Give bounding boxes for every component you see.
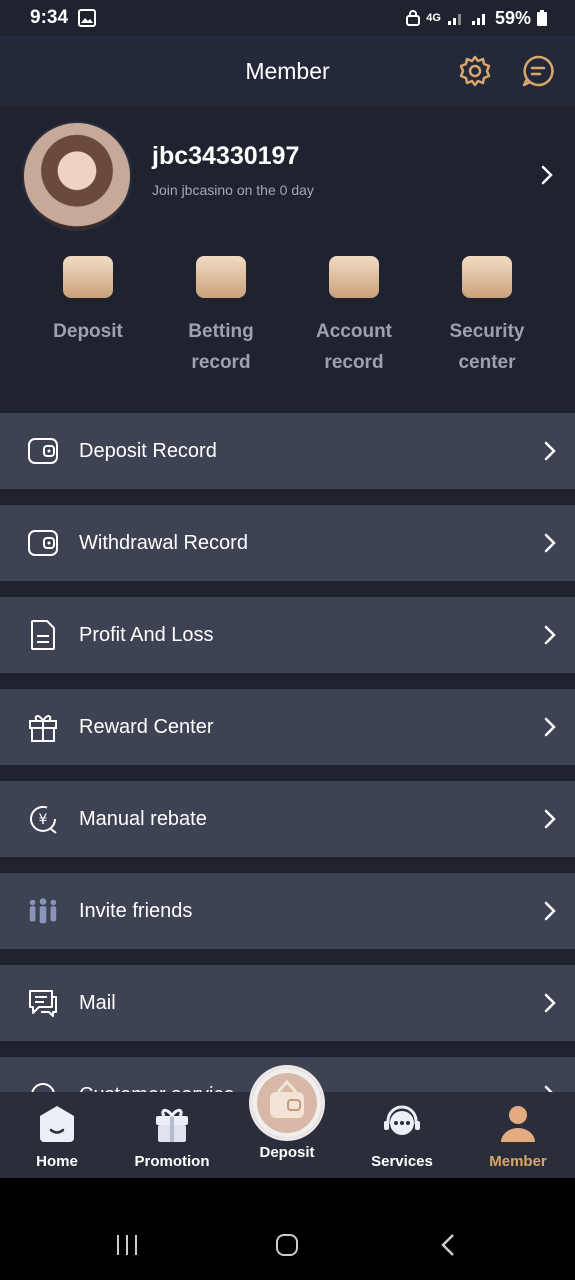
signal-icon [471,14,485,25]
calendar-icon [196,256,246,298]
chevron-right-icon [544,441,556,461]
quick-security-center[interactable]: Security center [427,256,547,378]
image-notification-icon [78,9,97,27]
user-icon [501,1106,535,1142]
page-header: Member [0,36,575,106]
quick-betting-record[interactable]: Betting record [161,256,281,378]
join-info: Join jbcasino on the 0 day [152,182,314,198]
battery-icon [537,10,547,26]
yen-refresh-icon: ¥ [27,803,59,835]
chat-icon [27,987,59,1019]
wallet-icon [27,527,59,559]
home-button-icon[interactable] [275,1233,299,1257]
gift-icon [156,1108,188,1142]
gear-icon[interactable] [458,54,492,88]
menu-label: Mail [79,991,116,1014]
network-label: 4G [426,12,441,24]
tab-label: Home [36,1153,78,1170]
tab-label: Promotion [134,1153,210,1170]
deposit-fab-button[interactable] [252,1068,322,1138]
menu-reward-center[interactable]: Reward Center [0,689,575,765]
quick-label: Deposit [53,321,123,342]
tab-label: Services [371,1153,433,1170]
avatar[interactable] [22,121,132,231]
quick-deposit[interactable]: Deposit [28,256,148,347]
quick-label: Account record [316,321,392,373]
menu-label: Manual rebate [79,807,207,830]
menu-manual-rebate[interactable]: ¥ Manual rebate [0,781,575,857]
tab-promotion[interactable]: Promotion [122,1102,222,1170]
people-icon [27,895,59,927]
menu-label: Profit And Loss [79,623,214,646]
home-icon [40,1106,74,1142]
chevron-right-icon [544,809,556,829]
profile-section: jbc34330197 Join jbcasino on the 0 day D… [0,106,575,406]
chevron-right-icon [544,533,556,553]
gift-icon [27,711,59,743]
recent-apps-icon[interactable] [115,1234,139,1256]
menu-invite-friends[interactable]: Invite friends [0,873,575,949]
menu-label: Withdrawal Record [79,531,248,554]
menu-profit-and-loss[interactable]: Profit And Loss [0,597,575,673]
menu-label: Deposit Record [79,439,217,462]
tab-label: Deposit [259,1144,315,1161]
chevron-right-icon [544,901,556,921]
status-bar: 9:34 4G 59% [0,0,575,36]
chevron-right-icon[interactable] [540,164,554,186]
page-title: Member [245,57,330,84]
quick-label: Betting record [188,321,254,373]
message-icon[interactable] [521,54,555,88]
tab-services[interactable]: Services [352,1102,452,1170]
wallet-icon [27,435,59,467]
system-nav-bar [0,1178,575,1280]
quick-account-record[interactable]: Account record [294,256,414,378]
battery-percent: 59% [494,7,531,28]
back-icon[interactable] [440,1233,456,1257]
tab-label: Member [489,1153,547,1170]
document-icon [27,619,59,651]
card-shield-icon [462,256,512,298]
tab-deposit[interactable]: Deposit [237,1140,337,1161]
signal-icon [447,14,461,25]
ledger-icon [329,256,379,298]
wallet-icon [63,256,113,298]
menu-label: Reward Center [79,715,214,738]
tab-member[interactable]: Member [468,1102,568,1170]
menu-deposit-record[interactable]: Deposit Record [0,413,575,489]
username: jbc34330197 [152,142,300,170]
menu-withdrawal-record[interactable]: Withdrawal Record [0,505,575,581]
menu-mail[interactable]: Mail [0,965,575,1041]
wallet-icon [270,1079,304,1118]
menu-label: Invite friends [79,899,193,922]
svg-text:¥: ¥ [39,812,48,828]
quick-label: Security center [449,321,525,373]
chevron-right-icon [544,625,556,645]
headset-chat-icon [384,1105,420,1135]
tab-home[interactable]: Home [7,1102,107,1170]
status-time: 9:34 [30,7,69,28]
lock-icon [406,10,421,26]
chevron-right-icon [544,717,556,737]
chevron-right-icon [544,993,556,1013]
